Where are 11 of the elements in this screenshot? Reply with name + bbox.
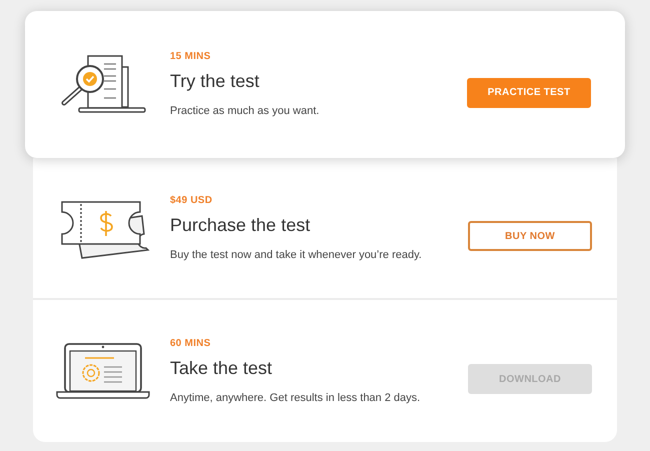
step-meta: 15 MINS xyxy=(170,50,212,64)
action-button[interactable]: PRACTICE TEST xyxy=(467,78,591,108)
step-title: Try the test xyxy=(170,70,260,94)
action-button[interactable]: BUY NOW xyxy=(468,221,592,251)
step-description: Practice as much as you want. xyxy=(170,104,320,120)
step-description: Anytime, anywhere. Get results in less than 2 days. xyxy=(170,390,422,406)
step-description: Buy the test now and take it whenever you’re ready. xyxy=(170,248,423,263)
step-meta: $49 USD xyxy=(170,194,214,208)
step-title: Take the test xyxy=(170,356,274,380)
step-title: Purchase the test xyxy=(170,214,312,237)
step-meta: 60 MINS xyxy=(170,336,212,351)
